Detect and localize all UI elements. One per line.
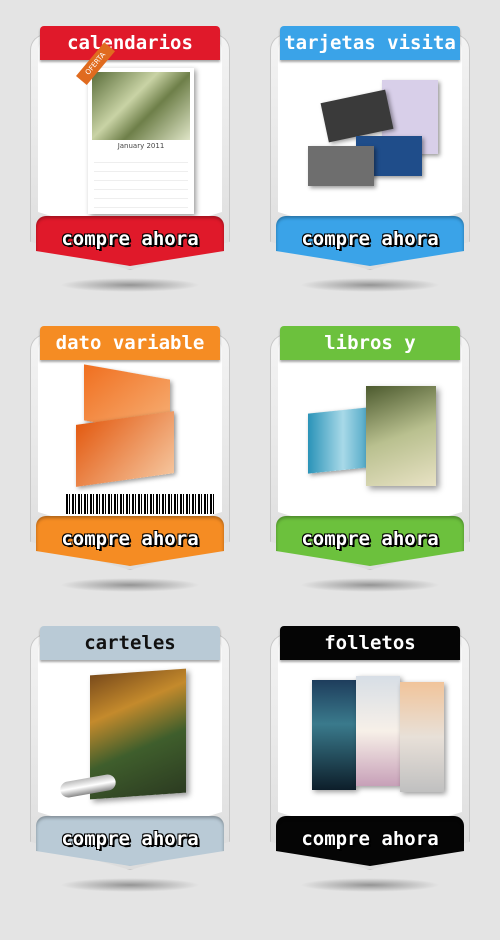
card-title[interactable]: dato variable [40,326,220,360]
books-magazines-image[interactable] [290,366,450,516]
buy-button-calendarios[interactable]: compre ahora [36,216,224,266]
card-shadow [300,578,440,592]
card-shadow [60,878,200,892]
card-tarjetas-visita: tarjetas visita compre ahora [270,26,470,292]
calendar-print: January 2011 [88,68,194,214]
calendar-grid [94,154,188,210]
card-title[interactable]: folletos [280,626,460,660]
card-calendarios: calendarios January 2011 OFERTA compre a… [30,26,230,292]
card-dato-variable: dato variable compre ahora [30,326,230,592]
card-folletos: folletos compre ahora [270,626,470,892]
variable-data-image[interactable] [50,364,216,516]
poster-image[interactable] [50,666,210,816]
barcodes [66,494,216,514]
calendar-photo [92,72,190,140]
brochure-panel [356,676,400,786]
brochure-image[interactable] [290,666,450,816]
brochure-panel [400,682,444,792]
buy-button-folletos[interactable]: compre ahora [276,816,464,866]
mailer-print [76,411,174,487]
card-shadow [60,578,200,592]
card-shadow [300,278,440,292]
brochure-panel [312,680,356,790]
card-title[interactable]: libros y revistas [280,326,460,388]
card-shadow [60,278,200,292]
business-card [308,146,374,186]
card-carteles: carteles compre ahora [30,626,230,892]
calendar-image[interactable]: January 2011 OFERTA [50,42,210,216]
buy-button-libros-revistas[interactable]: compre ahora [276,516,464,566]
business-cards-image[interactable] [290,66,450,216]
card-title[interactable]: tarjetas visita [280,26,460,60]
card-title[interactable]: calendarios [40,26,220,60]
buy-button-dato-variable[interactable]: compre ahora [36,516,224,566]
card-shadow [300,878,440,892]
calendar-month: January 2011 [117,142,165,150]
magazine-cover [366,386,436,486]
buy-button-tarjetas-visita[interactable]: compre ahora [276,216,464,266]
buy-button-carteles[interactable]: compre ahora [36,816,224,866]
card-title[interactable]: carteles [40,626,220,660]
card-libros-revistas: libros y revistas compre ahora [270,326,470,592]
